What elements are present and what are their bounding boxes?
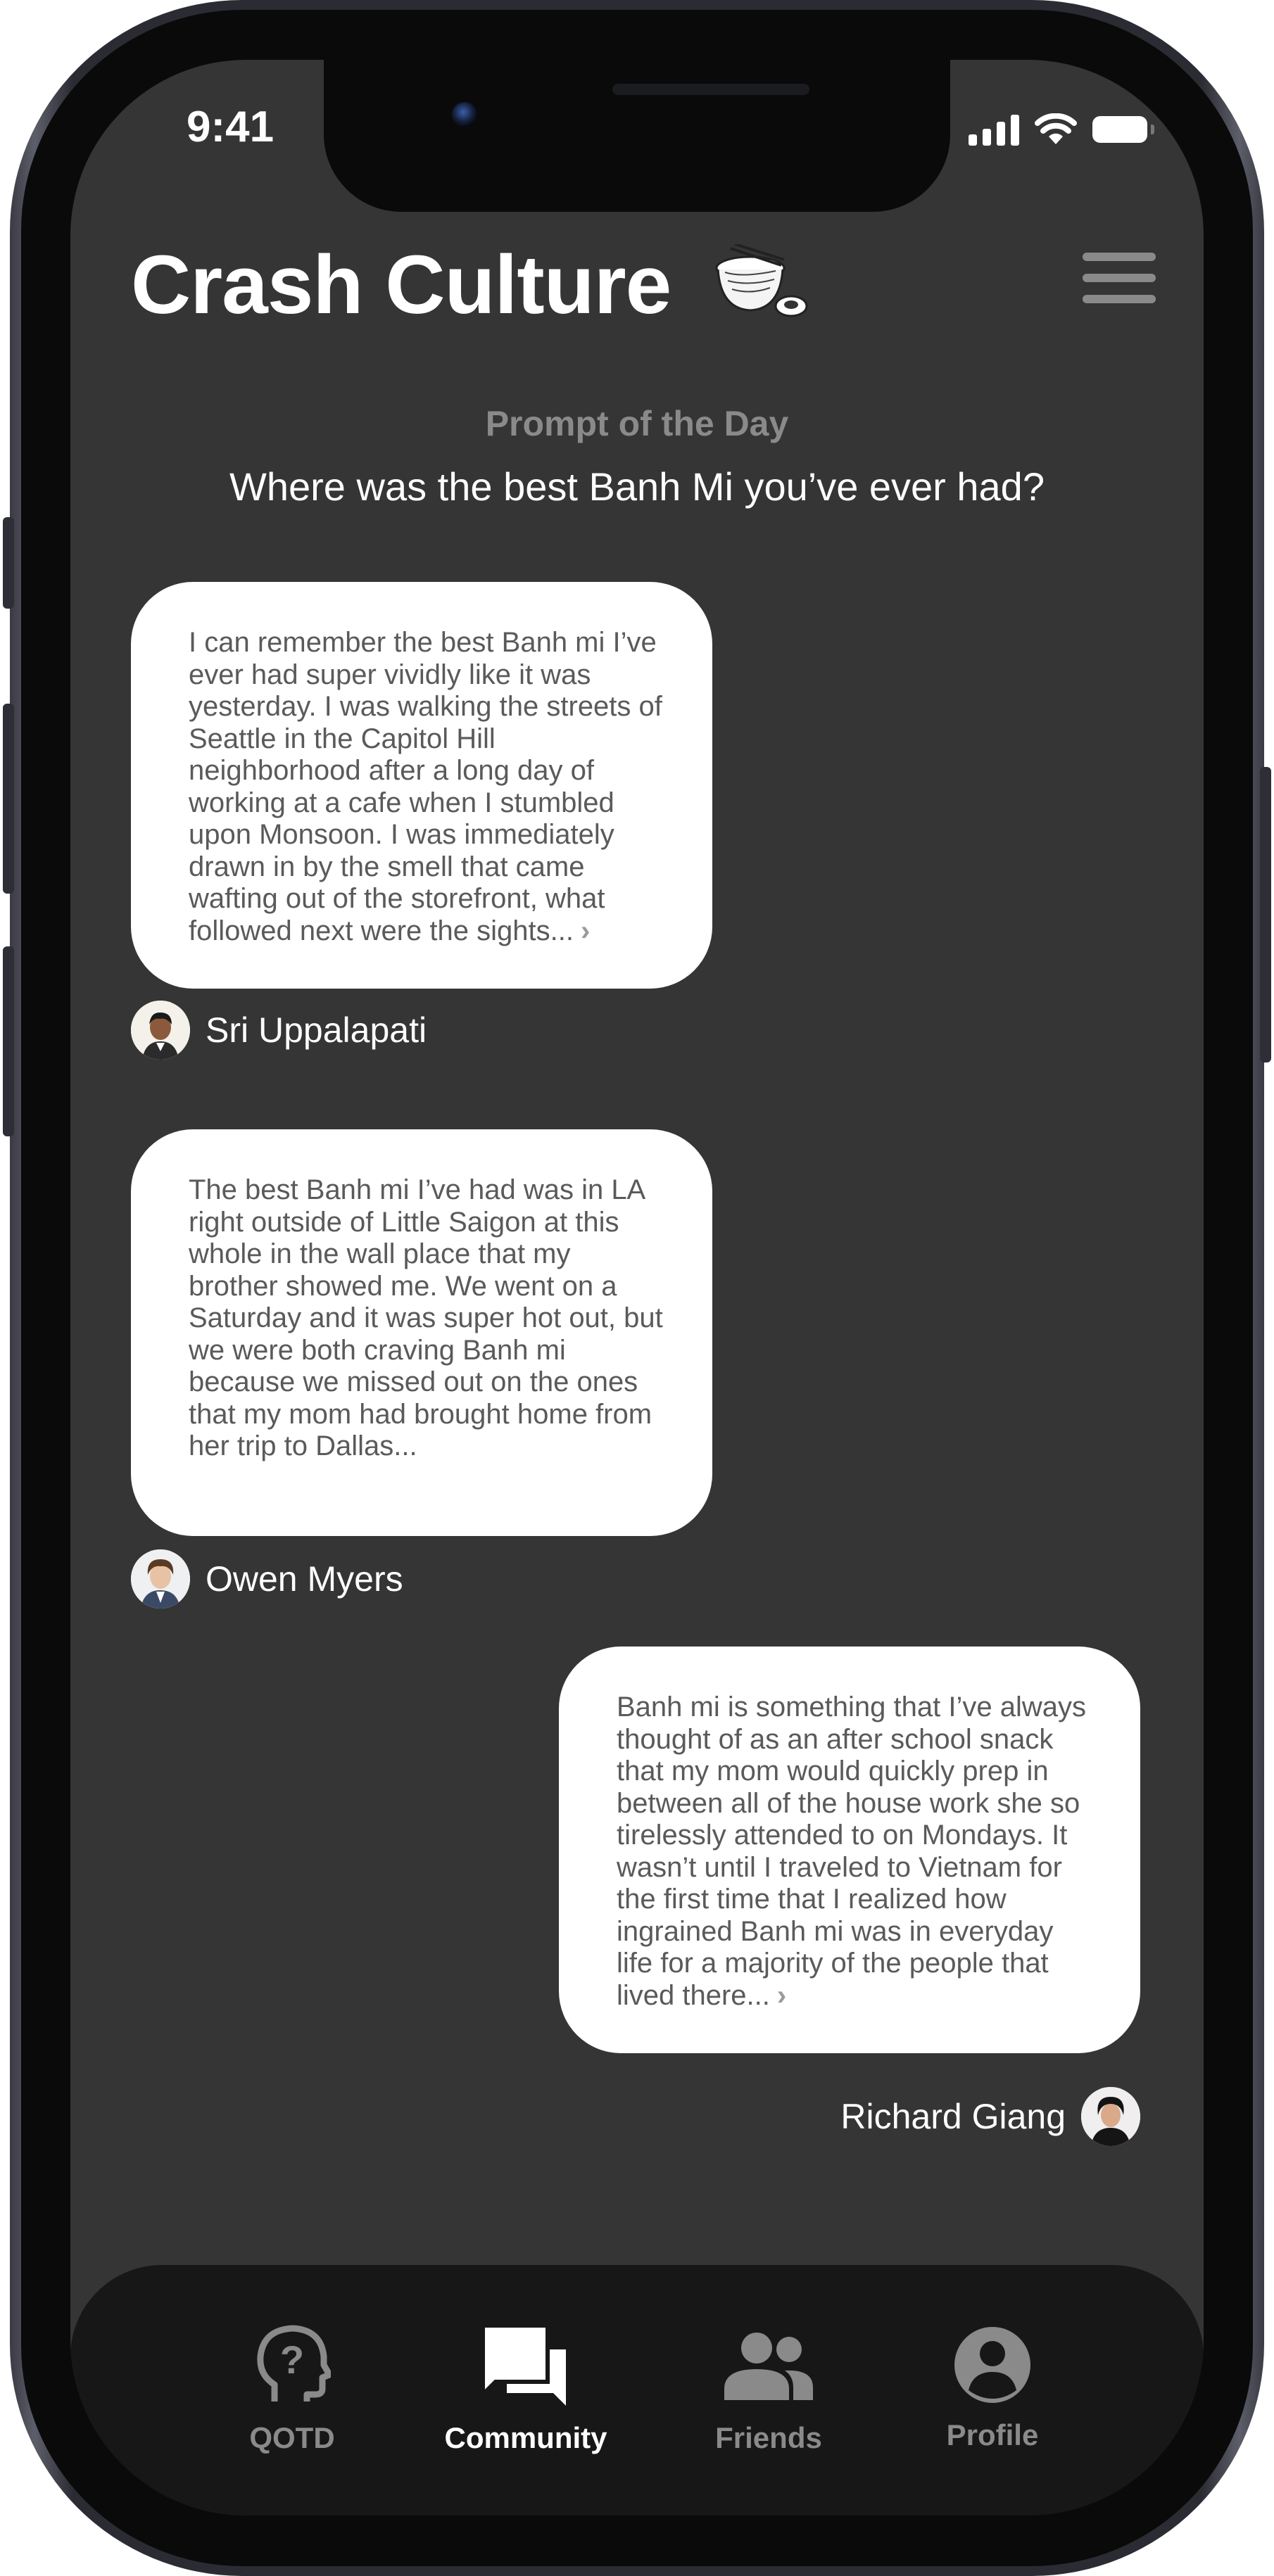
post-bubble-1[interactable]: I can remember the best Banh mi I’ve eve… — [131, 582, 712, 989]
front-camera — [452, 102, 477, 127]
post-author-3[interactable]: Richard Giang — [840, 2087, 1140, 2146]
post-author-2[interactable]: Owen Myers — [131, 1549, 403, 1609]
app-title: Crash Culture — [131, 239, 671, 331]
tab-community[interactable]: Community — [434, 2265, 617, 2515]
power-button — [1260, 767, 1271, 1062]
hamburger-menu-icon[interactable] — [1083, 250, 1156, 306]
tab-label: Community — [444, 2421, 607, 2454]
chat-bubbles-icon — [481, 2323, 566, 2406]
noodle-bowl-icon — [715, 244, 808, 317]
action-button — [3, 517, 14, 609]
post-text: Banh mi is something that I’ve always th… — [617, 1692, 1086, 2011]
status-icons — [969, 110, 1154, 146]
head-question-icon: ? — [257, 2325, 331, 2401]
dynamic-island — [324, 60, 950, 212]
post-author-1[interactable]: Sri Uppalapati — [131, 1001, 427, 1060]
read-more-chevron-icon[interactable]: › — [581, 915, 590, 946]
prompt-label: Prompt of the Day — [485, 404, 789, 443]
status-time: 9:41 — [187, 103, 275, 151]
tab-friends[interactable]: Friends — [677, 2265, 860, 2515]
svg-text:?: ? — [280, 2337, 304, 2382]
avatar[interactable] — [131, 1549, 190, 1609]
volume-up-button — [3, 704, 14, 894]
account-circle-icon — [954, 2327, 1030, 2403]
prompt-question: Where was the best Banh Mi you’ve ever h… — [229, 464, 1045, 509]
tab-label: QOTD — [249, 2421, 335, 2454]
post-text: I can remember the best Banh mi I’ve eve… — [189, 627, 662, 946]
volume-down-button — [3, 946, 14, 1136]
battery-icon — [1092, 116, 1154, 143]
avatar[interactable] — [131, 1001, 190, 1060]
people-icon — [724, 2333, 813, 2400]
app-screen: 9:41 Crash Culture Prompt of the Day Whe… — [70, 60, 1204, 2515]
post-bubble-2[interactable]: The best Banh mi I’ve had was in LA righ… — [131, 1129, 712, 1536]
avatar[interactable] — [1081, 2087, 1140, 2146]
tab-profile[interactable]: Profile — [901, 2265, 1084, 2515]
author-name: Owen Myers — [206, 1559, 403, 1599]
post-bubble-3[interactable]: Banh mi is something that I’ve always th… — [559, 1647, 1140, 2053]
tab-label: Friends — [715, 2421, 822, 2454]
cellular-signal-icon — [969, 113, 1019, 146]
tab-label: Profile — [946, 2418, 1039, 2451]
wifi-icon — [1035, 113, 1077, 144]
speaker — [612, 84, 809, 95]
author-name: Sri Uppalapati — [206, 1010, 427, 1050]
post-text: The best Banh mi I’ve had was in LA righ… — [189, 1174, 663, 1461]
tab-qotd[interactable]: ? QOTD — [201, 2265, 384, 2515]
bottom-tab-bar: ? QOTD Community Friends Profile — [70, 2265, 1204, 2515]
author-name: Richard Giang — [840, 2097, 1066, 2136]
read-more-chevron-icon[interactable]: › — [777, 1980, 786, 2011]
